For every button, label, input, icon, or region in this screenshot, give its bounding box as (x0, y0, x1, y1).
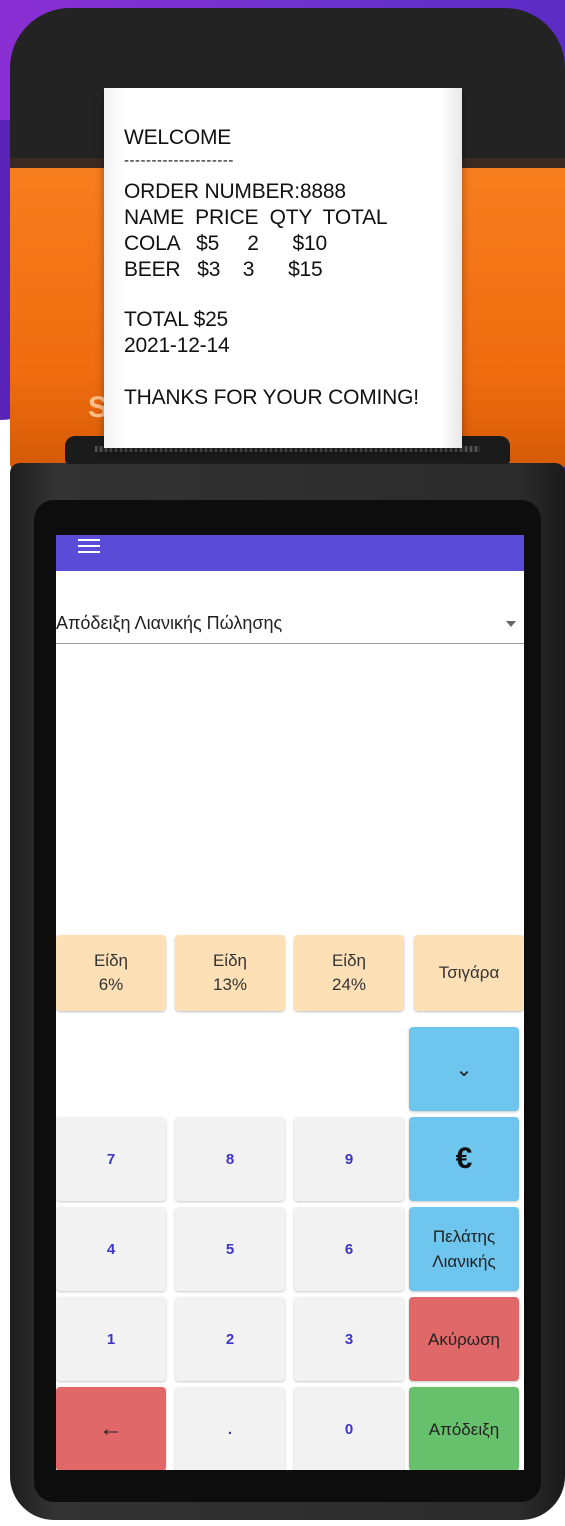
key-8[interactable]: 8 (175, 1117, 285, 1201)
key-2[interactable]: 2 (175, 1297, 285, 1381)
customer-line1: Πελάτης (432, 1227, 496, 1246)
backspace-button[interactable]: ← (56, 1387, 166, 1470)
category-vat: 6% (98, 975, 124, 994)
collapse-button[interactable]: ⌄ (409, 1027, 519, 1111)
receipt-total: TOTAL $25 (124, 308, 229, 331)
chevron-down-icon: ⌄ (455, 1058, 473, 1081)
category-label: Τσιγάρα (438, 963, 500, 982)
key-5[interactable]: 5 (175, 1207, 285, 1291)
app-bar (56, 535, 524, 571)
receipt-order-number: ORDER NUMBER:8888 (124, 180, 346, 203)
category-vat: 13% (212, 975, 248, 994)
dropdown-caret-icon (506, 621, 516, 627)
key-9[interactable]: 9 (294, 1117, 404, 1201)
document-type-value: Απόδειξη Λιανικής Πώλησης (56, 613, 283, 633)
receipt-date: 2021-12-14 (124, 334, 230, 357)
receipt-thanks: THANKS FOR YOUR COMING! (124, 386, 419, 409)
receipt-title: WELCOME (124, 126, 232, 149)
key-6[interactable]: 6 (294, 1207, 404, 1291)
key-0[interactable]: 0 (294, 1387, 404, 1470)
category-button-cigarettes[interactable]: Τσιγάρα (414, 935, 524, 1011)
menu-icon[interactable] (78, 539, 100, 553)
category-label: Είδη (93, 951, 129, 970)
amount-display (56, 1027, 404, 1111)
backspace-icon: ← (99, 1415, 123, 1442)
category-vat: 24% (331, 975, 367, 994)
key-4[interactable]: 4 (56, 1207, 166, 1291)
receipt-header: NAME PRICE QTY TOTAL (124, 206, 388, 229)
category-button-13[interactable]: Είδη 13% (175, 935, 285, 1011)
retail-customer-button[interactable]: Πελάτης Λιανικής (409, 1207, 519, 1291)
printed-receipt: WELCOME -------------------- ORDER NUMBE… (104, 88, 462, 448)
receipt-row: COLA $5 2 $10 (124, 232, 327, 255)
cancel-button[interactable]: Ακύρωση (409, 1297, 519, 1381)
receipt-row: BEER $3 3 $15 (124, 258, 323, 281)
category-button-24[interactable]: Είδη 24% (294, 935, 404, 1011)
issue-receipt-button[interactable]: Απόδειξη (409, 1387, 519, 1470)
currency-button[interactable]: € (409, 1117, 519, 1201)
key-7[interactable]: 7 (56, 1117, 166, 1201)
customer-line2: Λιανικής (432, 1252, 496, 1271)
category-button-6[interactable]: Είδη 6% (56, 935, 166, 1011)
app-screen: Απόδειξη Λιανικής Πώλησης Είδη 6% Είδη 1… (56, 535, 524, 1470)
document-type-select[interactable]: Απόδειξη Λιανικής Πώλησης (56, 607, 524, 644)
key-1[interactable]: 1 (56, 1297, 166, 1381)
receipt-divider: -------------------- (124, 152, 234, 169)
euro-icon: € (455, 1142, 473, 1175)
key-3[interactable]: 3 (294, 1297, 404, 1381)
category-label: Είδη (212, 951, 248, 970)
key-decimal[interactable]: . (175, 1387, 285, 1470)
category-label: Είδη (331, 951, 367, 970)
